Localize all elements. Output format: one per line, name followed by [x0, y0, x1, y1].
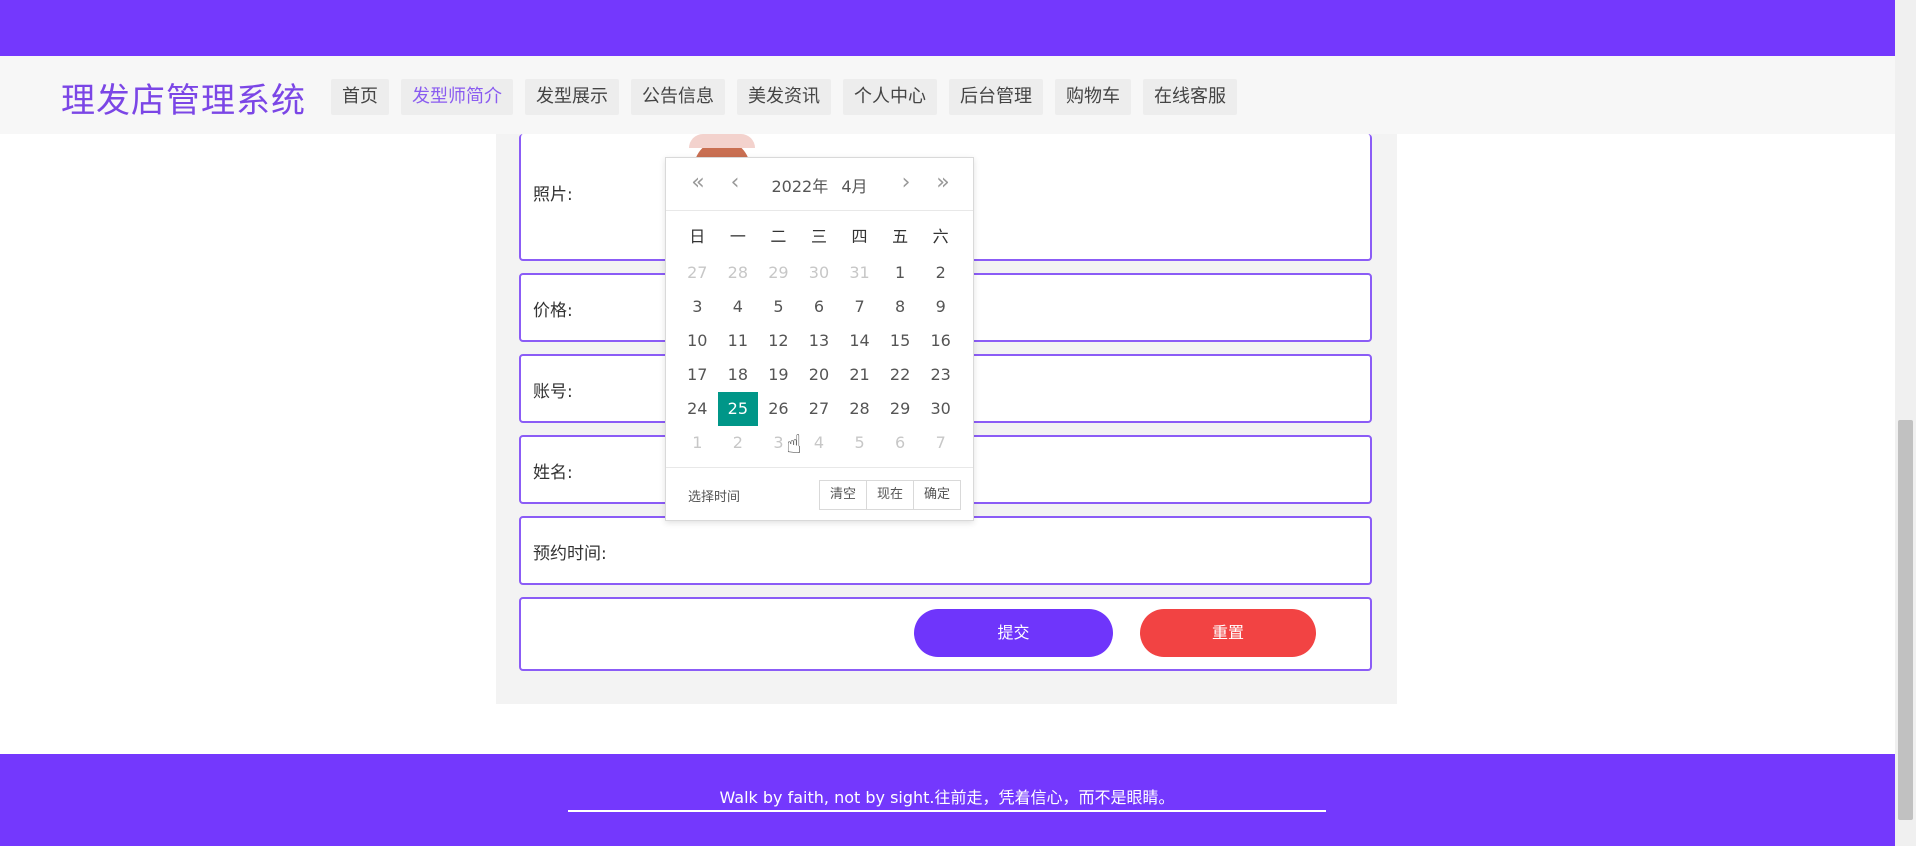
footer: Walk by faith, not by sight.往前走，凭着信心，而不是… — [0, 754, 1895, 846]
calendar-day[interactable]: 22 — [880, 358, 921, 392]
form-row-appointment[interactable]: 预约时间: — [519, 516, 1372, 585]
select-time-link[interactable]: 选择时间 — [688, 486, 740, 505]
next-year-icon[interactable]: » — [931, 171, 955, 195]
calendar-day[interactable]: 30 — [920, 392, 961, 426]
navigation-bar: 理发店管理系统 首页 发型师简介 发型展示 公告信息 美发资讯 个人中心 后台管… — [0, 56, 1895, 134]
calendar-day[interactable]: 27 — [677, 256, 718, 290]
calendar-day[interactable]: 14 — [839, 324, 880, 358]
nav-item-hair-news[interactable]: 美发资讯 — [737, 79, 831, 115]
calendar-day[interactable]: 7 — [839, 290, 880, 324]
calendar-day[interactable]: 29 — [758, 256, 799, 290]
weekday-label: 一 — [729, 227, 746, 246]
nav-item-stylist-intro[interactable]: 发型师简介 — [401, 79, 513, 115]
year-selector[interactable]: 2022年 — [771, 177, 828, 196]
calendar-day[interactable]: 15 — [880, 324, 921, 358]
calendar-day[interactable]: 12 — [758, 324, 799, 358]
weekday-label: 三 — [810, 227, 827, 246]
calendar-day[interactable]: 31 — [839, 256, 880, 290]
photo-thumbnail[interactable] — [689, 134, 755, 158]
weekday-label: 六 — [932, 227, 949, 246]
footer-divider — [568, 810, 1326, 812]
submit-button[interactable]: 提交 — [914, 609, 1113, 657]
nav-item-online-service[interactable]: 在线客服 — [1143, 79, 1237, 115]
date-picker-title: 2022年 4月 — [666, 173, 973, 197]
calendar-day[interactable]: 28 — [718, 256, 759, 290]
calendar-grid: 日一二三四五六 27 28 29 30 31 1 2 3 4 5 6 7 8 9 10 11 12 13 14 15 16… — [677, 222, 961, 460]
calendar-day[interactable]: 28 — [839, 392, 880, 426]
nav-item-hairstyle-gallery[interactable]: 发型展示 — [525, 79, 619, 115]
reset-button[interactable]: 重置 — [1140, 609, 1316, 657]
calendar-week-row: 3456789 — [677, 290, 961, 324]
nav-item-cart[interactable]: 购物车 — [1055, 79, 1131, 115]
calendar-day[interactable]: 9 — [920, 290, 961, 324]
calendar-day[interactable]: 21 — [839, 358, 880, 392]
scrollbar-thumb[interactable] — [1898, 420, 1913, 820]
calendar-week-row: 27 28 29 30 31 1 2 — [677, 256, 961, 290]
calendar-day[interactable]: 17 — [677, 358, 718, 392]
photo-label: 照片: — [533, 185, 573, 205]
weekday-header-row: 日一二三四五六 — [677, 222, 961, 256]
calendar-day[interactable]: 6 — [799, 290, 840, 324]
calendar-day[interactable]: 2 — [718, 426, 759, 460]
calendar-day[interactable]: 4 — [718, 290, 759, 324]
nav-item-announcements[interactable]: 公告信息 — [631, 79, 725, 115]
calendar-day-selected[interactable]: 25 — [717, 392, 759, 426]
scrollbar[interactable] — [1895, 0, 1916, 846]
price-label: 价格: — [533, 301, 573, 321]
calendar-day[interactable]: 23 — [920, 358, 961, 392]
next-month-icon[interactable]: › — [894, 171, 918, 195]
appointment-time-label: 预约时间: — [533, 544, 607, 564]
calendar-day[interactable]: 13 — [799, 324, 840, 358]
calendar-day[interactable]: 5 — [758, 290, 799, 324]
account-label: 账号: — [533, 382, 573, 402]
footer-motto: Walk by faith, not by sight.往前走，凭着信心，而不是… — [719, 788, 1175, 807]
calendar-day[interactable]: 1 — [677, 426, 718, 460]
weekday-label: 五 — [892, 227, 909, 246]
name-label: 姓名: — [533, 463, 573, 483]
date-picker: « ‹ 2022年 4月 › » 日一二三四五六 27 28 29 30 31 1 2 3 4 5 6… — [665, 157, 974, 521]
calendar-day[interactable]: 2 — [920, 256, 961, 290]
clear-button[interactable]: 清空 — [818, 480, 867, 510]
avatar-hair — [689, 134, 755, 148]
calendar-week-row: 17 18 19 20 21 22 23 — [677, 358, 961, 392]
calendar-day[interactable]: 20 — [799, 358, 840, 392]
date-picker-buttons: 清空 现在 确定 — [818, 480, 961, 510]
calendar-day[interactable]: 3 — [677, 290, 718, 324]
weekday-label: 四 — [851, 227, 868, 246]
calendar-day[interactable]: 30 — [799, 256, 840, 290]
month-selector[interactable]: 4月 — [841, 177, 867, 196]
weekday-label: 二 — [770, 227, 787, 246]
confirm-button[interactable]: 确定 — [912, 480, 961, 510]
brand-title[interactable]: 理发店管理系统 — [61, 73, 306, 122]
nav-item-admin[interactable]: 后台管理 — [949, 79, 1043, 115]
nav-menu: 首页 发型师简介 发型展示 公告信息 美发资讯 个人中心 后台管理 购物车 在线… — [331, 79, 1237, 115]
calendar-day[interactable]: 4 — [799, 426, 840, 460]
calendar-week-row: 1234567 — [677, 426, 961, 460]
calendar-week-row: 24 25 26 27 28 29 30 — [677, 392, 961, 426]
date-picker-header: « ‹ 2022年 4月 › » — [666, 158, 973, 211]
calendar-day[interactable]: 29 — [880, 392, 921, 426]
calendar-day[interactable]: 11 — [718, 324, 759, 358]
top-bar — [0, 0, 1895, 56]
nav-item-personal-center[interactable]: 个人中心 — [843, 79, 937, 115]
calendar-day[interactable]: 10 — [677, 324, 718, 358]
calendar-day[interactable]: 16 — [920, 324, 961, 358]
calendar-day[interactable]: 27 — [799, 392, 840, 426]
calendar-week-row: 10 11 12 13 14 15 16 — [677, 324, 961, 358]
calendar-day[interactable]: 8 — [880, 290, 921, 324]
calendar-day[interactable]: 7 — [920, 426, 961, 460]
now-button[interactable]: 现在 — [865, 480, 914, 510]
calendar-day[interactable]: 1 — [880, 256, 921, 290]
calendar-day[interactable]: 19 — [758, 358, 799, 392]
date-picker-footer: 选择时间 清空 现在 确定 — [666, 467, 973, 520]
hand-cursor-icon: ☝ — [786, 430, 802, 460]
calendar-day[interactable]: 24 — [677, 392, 718, 426]
calendar-day[interactable]: 18 — [718, 358, 759, 392]
weekday-label: 日 — [689, 227, 706, 246]
nav-item-home[interactable]: 首页 — [331, 79, 389, 115]
calendar-day[interactable]: 26 — [758, 392, 799, 426]
calendar-day[interactable]: 6 — [880, 426, 921, 460]
calendar-day[interactable]: 5 — [839, 426, 880, 460]
